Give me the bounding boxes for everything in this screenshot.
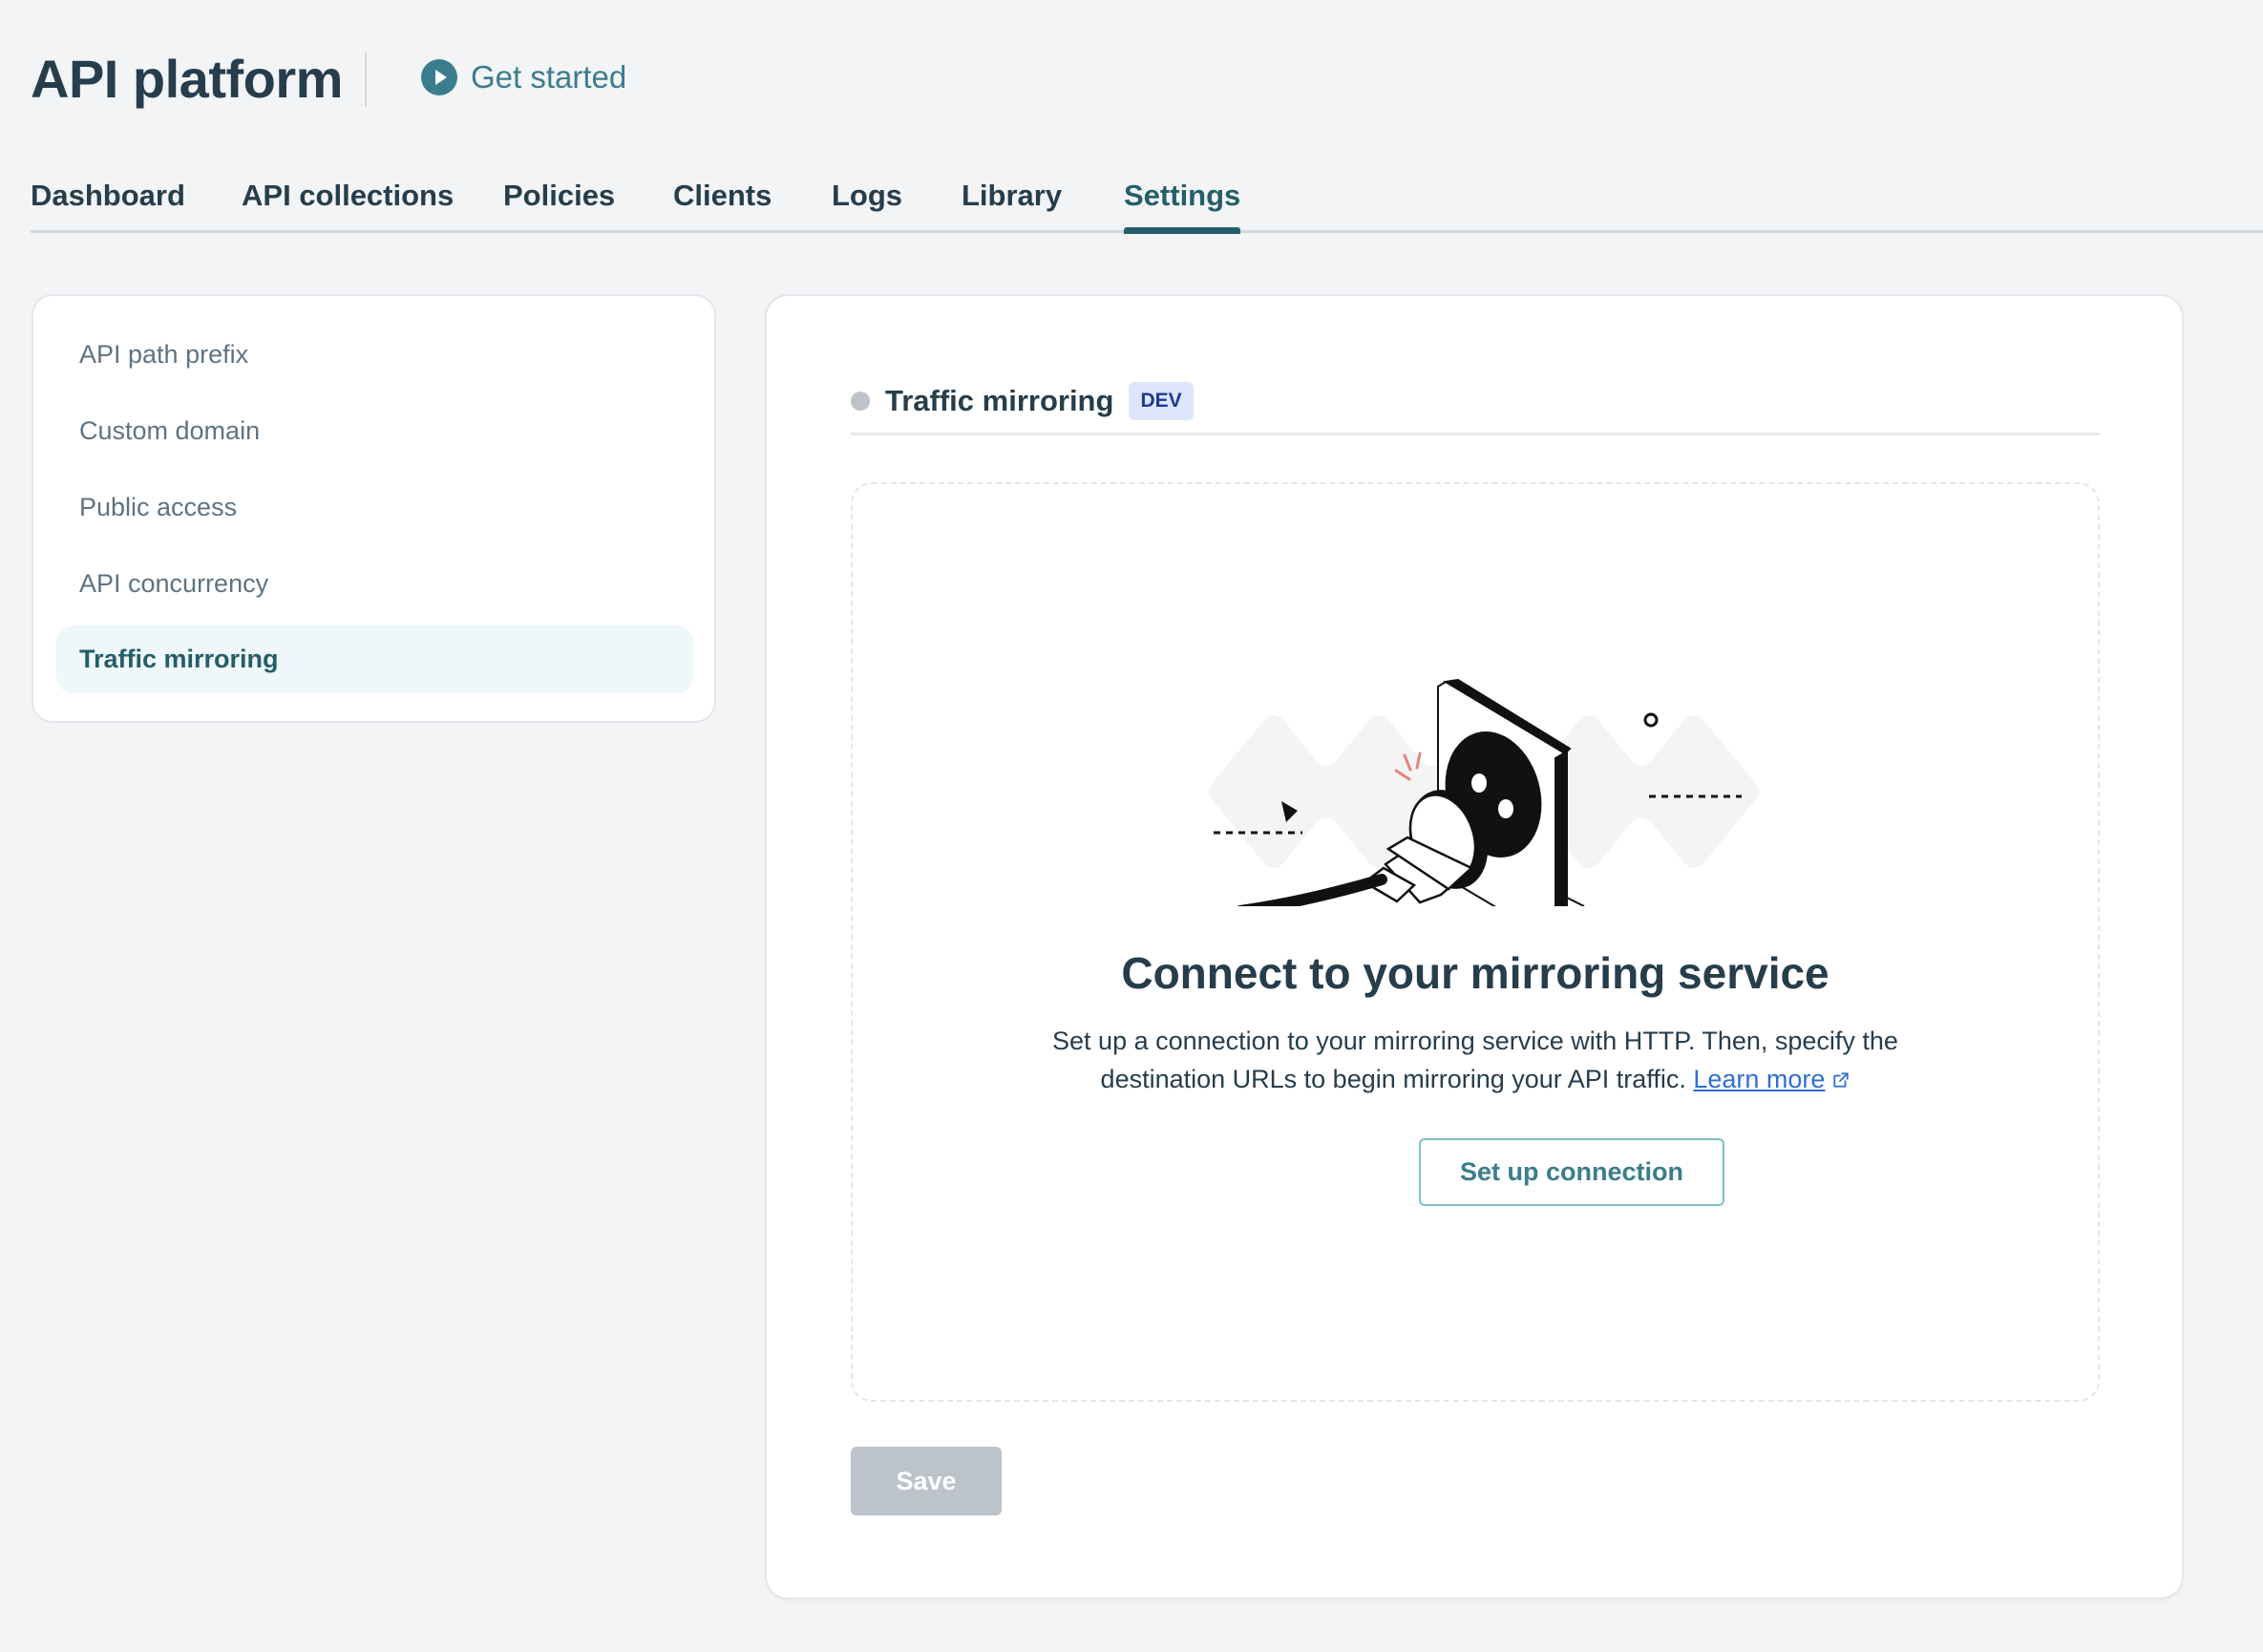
tab-logs[interactable]: Logs [832, 174, 902, 231]
description-line-2-text: destination URLs to begin mirroring your… [1100, 1065, 1686, 1093]
save-button[interactable]: Save [851, 1447, 1002, 1515]
sidebar-item-api-path-prefix[interactable]: API path prefix [56, 321, 693, 389]
sidebar-item-api-concurrency[interactable]: API concurrency [56, 550, 693, 618]
play-circle-icon [421, 59, 457, 95]
sidebar-item-custom-domain[interactable]: Custom domain [56, 397, 693, 465]
empty-state-title: Connect to your mirroring service [1121, 948, 1829, 998]
sidebar-item-public-access[interactable]: Public access [56, 474, 693, 541]
get-started-link[interactable]: Get started [421, 59, 626, 95]
get-started-label: Get started [471, 59, 627, 95]
traffic-mirroring-card: Traffic mirroring DEV Connect to your mi… [765, 294, 2184, 1599]
settings-sidebar: API path prefix Custom domain Public acc… [32, 294, 716, 723]
external-link-icon [1833, 1072, 1850, 1088]
main-tabs: Dashboard API collections Policies Clien… [31, 174, 2263, 234]
sidebar-item-traffic-mirroring[interactable]: Traffic mirroring [56, 625, 693, 693]
set-up-connection-button[interactable]: Set up connection [1419, 1138, 1724, 1206]
tab-policies[interactable]: Policies [503, 174, 615, 231]
plug-socket-illustration [1208, 678, 1760, 906]
small-ring [1643, 712, 1659, 728]
tab-api-collections[interactable]: API collections [242, 174, 454, 231]
env-badge: DEV [1129, 382, 1194, 420]
status-dot-icon [851, 392, 870, 411]
tab-library[interactable]: Library [962, 174, 1062, 231]
empty-state-description: Set up a connection to your mirroring se… [853, 1022, 2098, 1098]
description-line-1: Set up a connection to your mirroring se… [1052, 1027, 1898, 1055]
tab-dashboard[interactable]: Dashboard [31, 174, 185, 231]
tab-settings[interactable]: Settings [1124, 174, 1241, 234]
tab-clients[interactable]: Clients [673, 174, 772, 231]
section-header: Traffic mirroring DEV [851, 380, 2100, 435]
description-line-2: destination URLs to begin mirroring your… [853, 1060, 2098, 1098]
title-divider [365, 53, 367, 107]
app-title: API platform [31, 49, 343, 109]
empty-state: Connect to your mirroring service Set up… [851, 482, 2100, 1402]
section-title: Traffic mirroring [885, 384, 1114, 417]
learn-more-link[interactable]: Learn more [1693, 1065, 1825, 1093]
